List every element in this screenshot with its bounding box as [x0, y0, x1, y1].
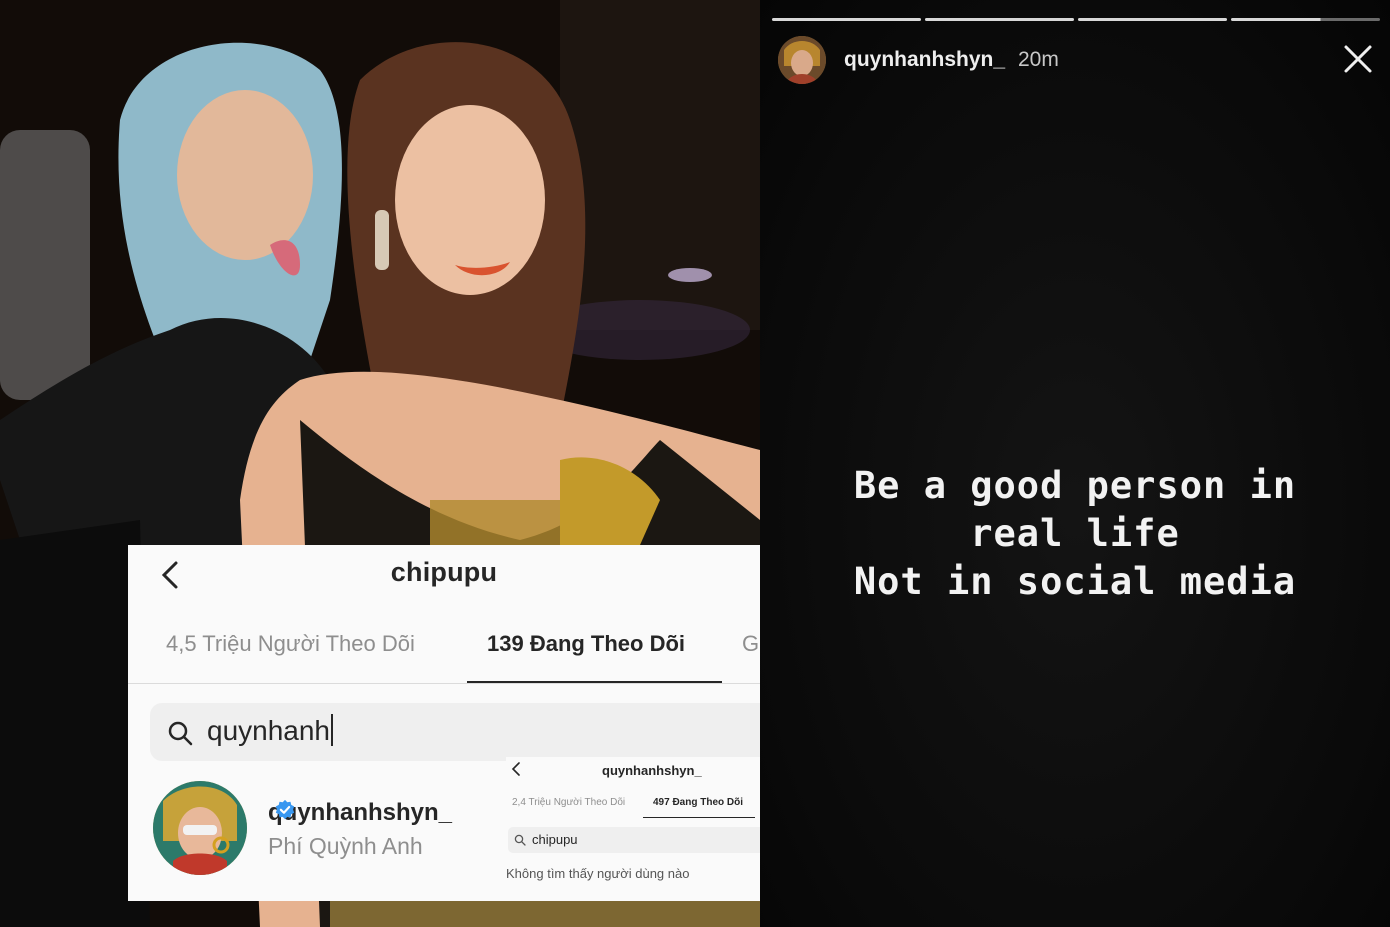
tab-followers[interactable]: 4,5 Triệu Người Theo Dõi: [166, 631, 415, 657]
search-input-value: quynhanh: [207, 715, 331, 746]
search-icon: [168, 721, 193, 746]
verified-badge-icon: [275, 799, 295, 820]
story-text-line: Be a good person in: [853, 464, 1297, 507]
story-progress-segment-current: [1231, 18, 1380, 21]
avatar[interactable]: [153, 781, 247, 875]
mini-tab-followers[interactable]: 2,4 Triệu Người Theo Dõi: [512, 797, 625, 808]
result-username: quynhanhshyn_: [268, 799, 452, 827]
mini-search-field[interactable]: chipupu: [508, 827, 760, 853]
search-input[interactable]: quynhanh: [207, 714, 334, 747]
tabs-divider: [128, 683, 760, 684]
mini-tab-following[interactable]: 497 Đang Theo Dõi: [653, 797, 743, 808]
mini-search-icon: [514, 834, 526, 846]
mini-search-input[interactable]: chipupu: [532, 832, 578, 847]
mini-profile-title: quynhanhshyn_: [602, 763, 702, 778]
tab-more[interactable]: G: [742, 631, 759, 657]
mini-tab-active-underline: [643, 817, 755, 818]
profile-title: chipupu: [390, 557, 498, 587]
story-view: quynhanhshyn_ 20m Be a good person in re…: [760, 0, 1390, 927]
close-icon[interactable]: [1342, 43, 1374, 75]
tab-following[interactable]: 139 Đang Theo Dõi: [487, 631, 685, 657]
avatar-illustration: [153, 781, 247, 875]
search-field[interactable]: quynhanh: [150, 703, 760, 761]
story-progress-bars: [772, 18, 1380, 22]
story-timestamp: 20m: [1018, 48, 1059, 71]
result-full-name: Phí Quỳnh Anh: [268, 833, 423, 859]
story-avatar-illustration: [778, 36, 826, 84]
text-caret: [331, 714, 334, 746]
story-progress-segment: [1078, 18, 1227, 21]
following-panel: chipupu 4,5 Triệu Người Theo Dõi 139 Đan…: [128, 545, 760, 901]
mini-empty-message: Không tìm thấy người dùng nào: [506, 866, 690, 881]
story-avatar[interactable]: [778, 36, 826, 84]
story-username[interactable]: quynhanhshyn_: [844, 48, 1005, 72]
photo: chipupu 4,5 Triệu Người Theo Dõi 139 Đan…: [0, 0, 760, 927]
story-text-line: real life: [970, 512, 1180, 555]
mini-following-panel: quynhanhshyn_ 2,4 Triệu Người Theo Dõi 4…: [506, 757, 760, 901]
mini-back-chevron-icon[interactable]: [510, 761, 522, 777]
story-progress-segment: [772, 18, 921, 21]
story-progress-segment: [925, 18, 1074, 21]
story-text-line: Not in social media: [853, 560, 1297, 603]
follow-tabs: 4,5 Triệu Người Theo Dõi 139 Đang Theo D…: [128, 625, 760, 685]
